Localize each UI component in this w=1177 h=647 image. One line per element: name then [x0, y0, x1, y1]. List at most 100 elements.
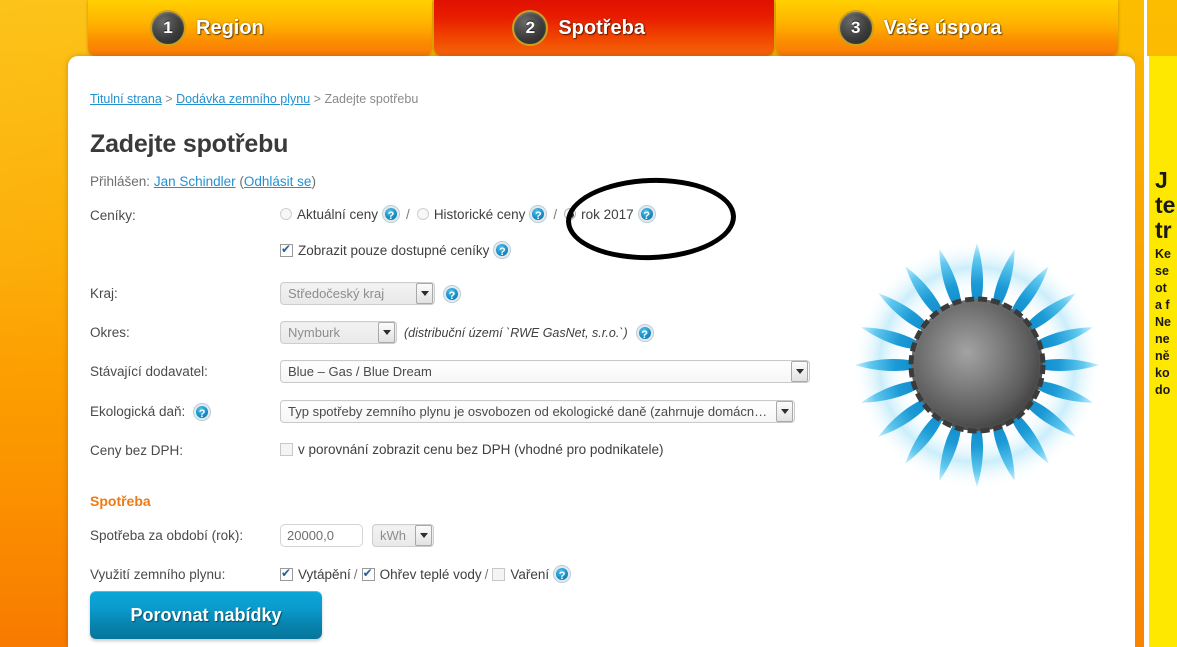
select-kraj[interactable]: Středočeský kraj	[280, 282, 435, 305]
tab-vase-uspora-number: 3	[837, 10, 874, 46]
label-prices-without-vat: Ceny bez DPH:	[90, 443, 184, 458]
select-current-supplier[interactable]: Blue – Gas / Blue Dream	[280, 360, 810, 383]
right-banner-body: Ke se ot a f Ne ne ně ko do	[1155, 246, 1171, 399]
section-heading-spotreba: Spotřeba	[90, 493, 151, 509]
logged-in-user-link[interactable]: Jan Schindler	[154, 174, 236, 189]
help-icon-only-available-pricelists[interactable]: ?	[494, 242, 511, 258]
right-banner-headline-line-2: te	[1155, 192, 1176, 218]
right-banner-body-line-4: a f	[1155, 298, 1170, 312]
tab-region[interactable]: 1 Region	[88, 0, 433, 56]
select-okres-value: Nymburk	[288, 325, 341, 340]
select-consumption-unit[interactable]: kWh	[372, 524, 434, 547]
tab-vase-uspora[interactable]: 3 Vaše úspora	[775, 0, 1118, 56]
label-kraj: Kraj:	[90, 286, 118, 301]
input-consumption-value[interactable]	[280, 524, 363, 547]
right-banner-body-line-3: ot	[1155, 281, 1167, 295]
gas-usage-separator-1: /	[353, 566, 358, 582]
label-ekologicka-dan-text: Ekologická daň:	[90, 404, 186, 419]
tab-spotreba-label: Spotřeba	[558, 16, 646, 39]
row-ceniky: Ceníky: Aktuální ceny ? / Historické cen…	[90, 204, 1120, 238]
label-gas-usage: Využití zemního plynu:	[90, 567, 226, 582]
label-water-heating: Ohřev teplé vody	[379, 566, 482, 582]
compare-offers-button[interactable]: Porovnat nabídky	[90, 591, 322, 639]
help-icon-aktualni-ceny[interactable]: ?	[383, 206, 400, 222]
help-icon-kraj[interactable]: ?	[444, 285, 460, 302]
chevron-down-icon	[378, 322, 395, 343]
breadcrumb: Titulní strana > Dodávka zemního plynu >…	[90, 92, 418, 106]
label-historicke-ceny: Historické ceny	[433, 206, 526, 222]
wizard-tabs: 1 Region 2 Spotřeba 3 Vaše úspora	[88, 0, 1118, 56]
checkbox-prices-without-vat[interactable]	[280, 443, 293, 456]
right-banner-headline: J te tr	[1155, 168, 1175, 243]
label-aktualni-ceny: Aktuální ceny	[297, 206, 379, 222]
chevron-down-icon	[416, 283, 433, 304]
help-icon-gas-usage[interactable]: ?	[554, 566, 571, 582]
breadcrumb-link-home[interactable]: Titulní strana	[90, 92, 162, 106]
login-status: Přihlášen: Jan Schindler (Odhlásit se)	[90, 174, 316, 189]
page-title: Zadejte spotřebu	[90, 130, 289, 158]
tab-vase-uspora-label: Vaše úspora	[883, 16, 1002, 39]
ceniky-separator-2: /	[553, 206, 558, 222]
label-cooking: Vaření	[510, 566, 550, 582]
help-icon-okres[interactable]: ?	[636, 324, 653, 341]
logout-link[interactable]: Odhlásit se	[244, 174, 312, 189]
label-ceniky: Ceníky:	[90, 208, 136, 223]
breadcrumb-current: Zadejte spotřebu	[324, 92, 419, 106]
tab-spotreba-number: 2	[512, 10, 549, 46]
select-current-supplier-value: Blue – Gas / Blue Dream	[288, 364, 432, 379]
breadcrumb-separator-1: >	[165, 92, 173, 106]
checkbox-cooking[interactable]	[492, 567, 506, 581]
checkbox-heating[interactable]	[280, 566, 293, 581]
chevron-down-icon	[776, 401, 793, 422]
right-banner-headline-line-3: tr	[1155, 217, 1172, 243]
chevron-down-icon	[415, 525, 432, 546]
gas-burner-illustration	[832, 238, 1122, 493]
tab-spotreba[interactable]: 2 Spotřeba	[434, 0, 774, 56]
tab-region-number: 1	[150, 10, 186, 46]
chevron-down-icon	[791, 361, 808, 382]
help-icon-rok-2017[interactable]: ?	[638, 206, 655, 222]
gas-flame-icon	[852, 240, 1102, 490]
right-banner-body-line-7: ně	[1155, 349, 1170, 363]
help-icon-historicke-ceny[interactable]: ?	[530, 206, 547, 222]
select-eco-tax-value: Typ spotřeby zemního plynu je osvobozen …	[288, 404, 770, 419]
select-kraj-value: Středočeský kraj	[288, 286, 385, 301]
right-banner-body-line-5: Ne	[1155, 315, 1171, 329]
right-ad-banner[interactable]: J te tr Ke se ot a f Ne ne ně ko do D	[1147, 56, 1177, 647]
checkbox-water-heating[interactable]	[361, 566, 375, 581]
right-banner-body-line-6: ne	[1155, 332, 1170, 346]
right-orange-strip	[1135, 56, 1144, 647]
right-banner-body-line-2: se	[1155, 264, 1169, 278]
label-dodavatel: Stávající dodavatel:	[90, 364, 208, 379]
radio-rok-2017[interactable]	[564, 208, 577, 220]
select-consumption-unit-value: kWh	[380, 528, 406, 543]
main-content-panel: Titulní strana > Dodávka zemního plynu >…	[68, 56, 1135, 647]
breadcrumb-separator-2: >	[313, 92, 321, 106]
select-eco-tax[interactable]: Typ spotřeby zemního plynu je osvobozen …	[280, 400, 795, 423]
tab-region-label: Region	[196, 16, 264, 39]
label-consumption-period: Spotřeba za období (rok):	[90, 528, 244, 543]
select-okres[interactable]: Nymburk	[280, 321, 397, 344]
okres-distribution-note: (distribuční území `RWE GasNet, s.r.o.`)	[404, 325, 628, 340]
right-banner-body-line-8: ko	[1155, 366, 1170, 380]
right-banner-body-line-9: do	[1155, 383, 1171, 397]
right-banner-body-line-1: Ke	[1155, 247, 1171, 261]
label-ekologicka-dan: Ekologická daň: ?	[90, 404, 211, 421]
label-okres: Okres:	[90, 325, 130, 340]
gas-usage-separator-2: /	[484, 566, 489, 582]
help-icon-ekologicka-dan[interactable]: ?	[194, 404, 211, 421]
label-heating: Vytápění	[298, 566, 351, 582]
right-banner-headline-line-1: J	[1155, 167, 1168, 193]
ceniky-separator-1: /	[406, 206, 410, 222]
paren-close: )	[311, 174, 316, 189]
label-prices-without-vat-checkbox: v porovnání zobrazit cenu bez DPH (vhodn…	[298, 442, 664, 457]
radio-aktualni-ceny[interactable]	[280, 208, 292, 220]
label-only-available-pricelists: Zobrazit pouze dostupné ceníky	[298, 242, 490, 258]
label-rok-2017: rok 2017	[581, 206, 634, 222]
login-prefix: Přihlášen:	[90, 174, 151, 189]
row-section-spotreba: Spotřeba	[90, 493, 1120, 524]
radio-historicke-ceny[interactable]	[416, 208, 429, 220]
row-consumption-period: Spotřeba za období (rok): kWh	[90, 524, 1120, 563]
checkbox-only-available-pricelists[interactable]	[280, 242, 293, 257]
breadcrumb-link-section[interactable]: Dodávka zemního plynu	[176, 92, 310, 106]
